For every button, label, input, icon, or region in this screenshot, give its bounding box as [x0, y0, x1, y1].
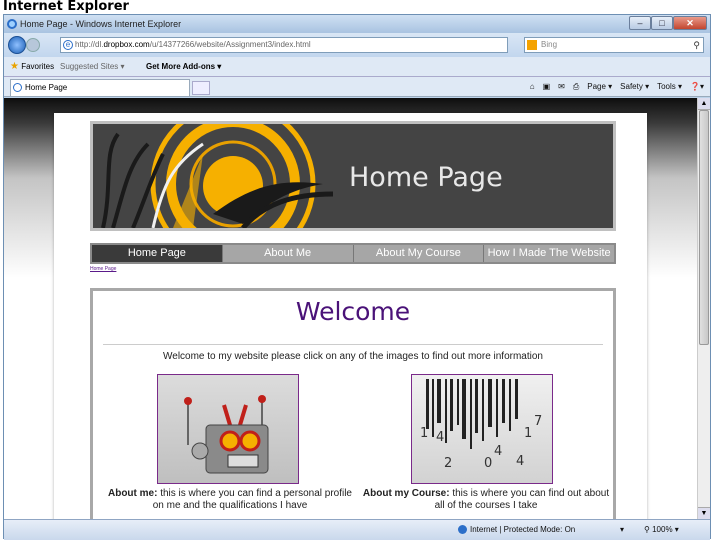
nav-about-me[interactable]: About Me	[223, 245, 354, 262]
command-bar: ⌂ ▣ ✉ ⎙ Page ▾ Safety ▾ Tools ▾ ❓▾	[530, 77, 704, 97]
bing-icon	[527, 40, 537, 50]
browser-window: Home Page - Windows Internet Explorer – …	[3, 14, 711, 540]
intro-text: Welcome to my website please click on an…	[163, 351, 543, 362]
feeds-icon[interactable]: ▣	[543, 77, 551, 97]
barcode-digit: 0	[484, 456, 492, 471]
status-bar: Internet | Protected Mode: On ▾ ⚲ 100% ▾	[4, 519, 710, 540]
barcode-digit: 2	[444, 456, 452, 471]
mail-icon[interactable]: ✉	[558, 77, 565, 97]
suggested-sites-link[interactable]: Suggested Sites ▾	[60, 57, 125, 77]
window-controls: – □ ✕	[629, 16, 707, 30]
help-menu[interactable]: ❓▾	[690, 77, 704, 97]
close-button[interactable]: ✕	[673, 16, 707, 30]
minimize-button[interactable]: –	[629, 16, 651, 30]
get-more-addons-link[interactable]: Get More Add-ons ▾	[146, 57, 221, 77]
barcode-digit: 1	[420, 426, 428, 441]
safety-menu[interactable]: Safety ▾	[620, 77, 649, 97]
url-input[interactable]: e http://dl.dropbox.com/u/14377266/websi…	[60, 37, 508, 53]
tab-home-page[interactable]: Home Page	[10, 79, 190, 96]
address-bar: e http://dl.dropbox.com/u/14377266/websi…	[4, 33, 710, 57]
home-icon[interactable]: ⌂	[530, 77, 535, 97]
scroll-thumb[interactable]	[699, 110, 709, 345]
scroll-up-button[interactable]: ▲	[698, 98, 710, 110]
about-my-course-caption: About my Course: this is where you can f…	[362, 488, 610, 511]
app-caption: Internet Explorer	[0, 0, 714, 14]
zoom-level[interactable]: ⚲ 100% ▾	[644, 520, 679, 540]
site-nav: Home Page About Me About My Course How I…	[90, 243, 616, 264]
forward-button[interactable]	[26, 38, 40, 52]
maximize-button[interactable]: □	[651, 16, 673, 30]
nav-home-page[interactable]: Home Page	[92, 245, 223, 262]
magnifier-icon[interactable]: ⚲	[693, 38, 700, 52]
barcode-digit: 4	[436, 430, 444, 445]
security-dropdown[interactable]: ▾	[620, 520, 624, 540]
about-me-image[interactable]	[157, 374, 299, 484]
favorites-button[interactable]: ★ Favorites	[10, 57, 54, 77]
nav-how-i-made-the-website[interactable]: How I Made The Website	[484, 245, 614, 262]
zoom-icon: ⚲	[644, 525, 650, 534]
globe-icon	[458, 525, 467, 535]
divider	[103, 344, 603, 345]
banner-title: Home Page	[349, 162, 503, 193]
scroll-down-button[interactable]: ▼	[698, 507, 710, 519]
about-my-course-image[interactable]: 1 4 2 0 4 4 1 7	[411, 374, 553, 484]
window-title: Home Page - Windows Internet Explorer	[20, 19, 182, 29]
url-domain: dropbox.com	[103, 40, 150, 49]
protected-mode-status[interactable]: Internet | Protected Mode: On	[458, 520, 575, 540]
barcode-digit: 4	[516, 454, 524, 469]
tab-bar: Home Page ⌂ ▣ ✉ ⎙ Page ▾ Safety ▾ Tools …	[4, 77, 710, 97]
barcode-digit: 1	[524, 426, 532, 441]
star-icon: ★	[10, 61, 19, 72]
content-panel: Welcome Welcome to my website please cli…	[90, 288, 616, 519]
barcode-digit: 4	[494, 444, 502, 459]
favorites-bar: ★ Favorites Suggested Sites ▾ Get More A…	[4, 57, 710, 77]
breadcrumb[interactable]: Home Page	[90, 266, 116, 272]
window-titlebar: Home Page - Windows Internet Explorer – …	[4, 15, 710, 33]
page-menu[interactable]: Page ▾	[587, 77, 612, 97]
nav-about-my-course[interactable]: About My Course	[354, 245, 485, 262]
about-me-caption: About me: this is where you can find a p…	[107, 488, 352, 511]
page-icon	[13, 83, 22, 92]
vertical-scrollbar[interactable]: ▲ ▼	[697, 98, 710, 519]
back-button[interactable]	[8, 36, 26, 54]
site-banner: Home Page	[90, 121, 616, 231]
print-icon[interactable]: ⎙	[573, 77, 579, 97]
new-tab-button[interactable]	[192, 81, 210, 95]
barcode-digit: 7	[534, 414, 542, 429]
search-input[interactable]: Bing ⚲	[524, 37, 704, 53]
page-icon: e	[63, 40, 73, 50]
robot-icon	[184, 395, 269, 474]
tools-menu[interactable]: Tools ▾	[657, 77, 682, 97]
barcode-icon: 1 4 2 0 4 4 1 7	[420, 379, 542, 471]
search-placeholder: Bing	[541, 40, 558, 49]
site-page: Home Page Home Page About Me About My Co…	[54, 113, 647, 519]
page-viewport: Home Page Home Page About Me About My Co…	[4, 98, 697, 519]
welcome-heading: Welcome	[295, 297, 411, 326]
tab-title: Home Page	[25, 83, 68, 92]
ie-icon	[7, 19, 17, 29]
